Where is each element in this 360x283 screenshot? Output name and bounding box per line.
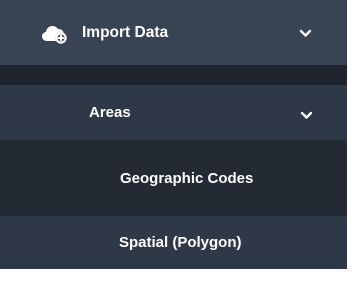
submenu-label-geographic-codes: Geographic Codes (120, 169, 254, 187)
menu-label-import-data: Import Data (82, 23, 169, 41)
submenu-label-spatial-polygon: Spatial (Polygon) (119, 234, 242, 251)
menu-divider (0, 65, 347, 85)
chevron-down-icon[interactable] (299, 29, 312, 38)
menu-label-areas: Areas (89, 104, 131, 121)
submenu-item-spatial-polygon[interactable]: Spatial (Polygon) (0, 216, 347, 269)
cloud-add-icon (42, 25, 67, 44)
sidebar-menu: Import Data Areas Geographic Codes Spati… (0, 0, 347, 269)
submenu-item-geographic-codes[interactable]: Geographic Codes (0, 140, 347, 216)
menu-item-import-data[interactable]: Import Data (0, 0, 347, 65)
menu-item-areas[interactable]: Areas (0, 85, 347, 140)
chevron-down-icon[interactable] (300, 111, 313, 120)
